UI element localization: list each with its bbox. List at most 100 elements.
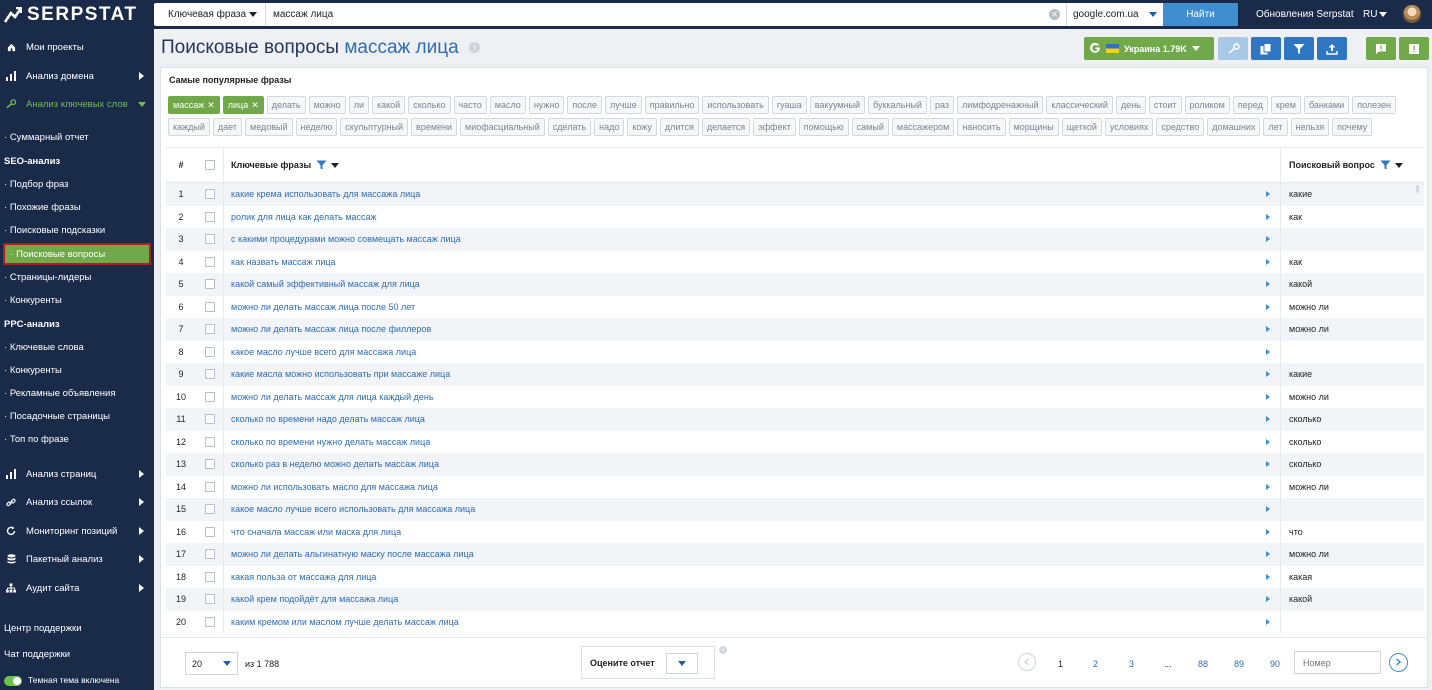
row-checkbox[interactable] bbox=[204, 189, 215, 200]
sidebar-item-page-analysis[interactable]: Анализ страниц bbox=[0, 467, 154, 481]
keyword-link[interactable]: сколько по времени нужно делать массаж л… bbox=[231, 437, 430, 447]
prev-page-button[interactable] bbox=[1018, 653, 1036, 671]
expand-arrow-icon[interactable] bbox=[1266, 438, 1270, 445]
phrase-chip[interactable]: надо bbox=[594, 118, 625, 136]
keyword-link[interactable]: что сначала массаж или маска для лица bbox=[231, 527, 401, 537]
phrase-chip[interactable]: масло bbox=[489, 96, 526, 114]
compare-button[interactable] bbox=[1218, 37, 1248, 60]
expand-arrow-icon[interactable] bbox=[1266, 303, 1270, 310]
phrase-chip[interactable]: после bbox=[567, 96, 603, 114]
page-89[interactable]: 89 bbox=[1234, 659, 1244, 669]
keyword-link[interactable]: какие масла можно использовать при масса… bbox=[231, 369, 450, 379]
phrase-chip[interactable]: каждый bbox=[168, 118, 210, 136]
phrase-chip[interactable]: длится bbox=[659, 118, 699, 136]
export-button[interactable] bbox=[1317, 37, 1347, 60]
expand-arrow-icon[interactable] bbox=[1266, 596, 1270, 603]
sidebar-item-ads[interactable]: · Рекламные объявления bbox=[4, 388, 115, 399]
keyword-link[interactable]: какой самый эффективный массаж для лица bbox=[231, 279, 420, 289]
keyword-link[interactable]: какая польза от массажа для лица bbox=[231, 572, 376, 582]
next-page-button[interactable] bbox=[1389, 653, 1408, 672]
phrase-chip[interactable]: домашних bbox=[1207, 118, 1261, 136]
phrase-chip[interactable]: гуаша bbox=[771, 96, 807, 114]
sidebar-item-link-analysis[interactable]: Анализ ссылок bbox=[0, 495, 154, 509]
phrase-chip[interactable]: помощью bbox=[798, 118, 849, 136]
row-checkbox[interactable] bbox=[204, 256, 215, 267]
keyword-link[interactable]: какие крема использовать для массажа лиц… bbox=[231, 189, 420, 199]
clear-icon[interactable]: ✕ bbox=[1049, 9, 1060, 20]
col-question-header[interactable]: Поисковый вопрос bbox=[1280, 148, 1424, 182]
phrase-chip[interactable]: буккальный bbox=[868, 96, 927, 114]
sidebar-item-phrase-selection[interactable]: · Подбор фраз bbox=[4, 179, 69, 190]
keyword-link[interactable]: можно ли делать массаж лица после филлер… bbox=[231, 324, 431, 334]
search-type-select[interactable]: Ключевая фраза bbox=[154, 3, 266, 26]
page-size-select[interactable]: 20 bbox=[185, 652, 238, 675]
sidebar-item-domain[interactable]: Анализ домена bbox=[0, 69, 154, 83]
dark-theme-toggle[interactable] bbox=[4, 676, 22, 686]
phrase-chip[interactable]: дает bbox=[212, 118, 243, 136]
row-checkbox[interactable] bbox=[204, 234, 215, 245]
expand-arrow-icon[interactable] bbox=[1266, 528, 1270, 535]
sort-icon[interactable] bbox=[331, 162, 340, 168]
expand-arrow-icon[interactable] bbox=[1266, 506, 1270, 513]
phrase-chip[interactable]: роликом bbox=[1184, 96, 1230, 114]
row-checkbox[interactable] bbox=[204, 594, 215, 605]
phrase-chip[interactable]: эффект bbox=[753, 118, 796, 136]
phrase-chip[interactable]: полезен bbox=[1352, 96, 1396, 114]
keyword-link[interactable]: каким кремом или маслом лучше делать мас… bbox=[231, 617, 459, 627]
sidebar-support-chat[interactable]: Чат поддержки bbox=[4, 649, 70, 660]
sidebar-item-competitors[interactable]: · Конкуренты bbox=[4, 295, 62, 306]
language-select[interactable]: RU bbox=[1363, 9, 1388, 20]
sidebar-item-summary[interactable]: · Суммарный отчет bbox=[4, 132, 89, 143]
sidebar-item-rank-tracking[interactable]: Мониторинг позиций bbox=[0, 524, 154, 538]
row-checkbox[interactable] bbox=[204, 301, 215, 312]
sidebar-item-similar-phrases[interactable]: · Похожие фразы bbox=[4, 202, 81, 213]
feedback-button[interactable] bbox=[1366, 37, 1396, 60]
filter-icon[interactable] bbox=[1380, 160, 1391, 170]
expand-arrow-icon[interactable] bbox=[1266, 483, 1270, 490]
expand-arrow-icon[interactable] bbox=[1266, 236, 1270, 243]
phrase-chip[interactable]: самый bbox=[851, 118, 889, 136]
page-2[interactable]: 2 bbox=[1093, 659, 1098, 669]
phrase-chip[interactable]: какой bbox=[371, 96, 406, 114]
row-checkbox[interactable] bbox=[204, 616, 215, 627]
phrase-chip[interactable]: классический bbox=[1046, 96, 1113, 114]
scrollbar[interactable] bbox=[1416, 185, 1419, 193]
sidebar-item-site-audit[interactable]: Аудит сайта bbox=[0, 581, 154, 595]
phrase-chip[interactable]: неделю bbox=[295, 118, 338, 136]
expand-arrow-icon[interactable] bbox=[1266, 258, 1270, 265]
sidebar-support-center[interactable]: Центр поддержки bbox=[4, 623, 82, 634]
phrase-chip[interactable]: времени bbox=[411, 118, 458, 136]
expand-arrow-icon[interactable] bbox=[1266, 573, 1270, 580]
row-checkbox[interactable] bbox=[204, 549, 215, 560]
phrase-chip[interactable]: вакуумный bbox=[809, 96, 866, 114]
database-select[interactable]: google.com.ua bbox=[1066, 3, 1163, 26]
phrase-chip[interactable]: лучше bbox=[605, 96, 642, 114]
expand-arrow-icon[interactable] bbox=[1266, 348, 1270, 355]
keyword-link[interactable]: можно ли использовать масло для массажа … bbox=[231, 482, 438, 492]
expand-arrow-icon[interactable] bbox=[1266, 371, 1270, 378]
col-keywords-header[interactable]: Ключевые фразы bbox=[223, 148, 1280, 182]
phrase-chip[interactable]: можно bbox=[308, 96, 346, 114]
phrase-chip[interactable]: морщины bbox=[1008, 118, 1059, 136]
search-input[interactable]: массаж лица ✕ bbox=[266, 3, 1066, 26]
expand-arrow-icon[interactable] bbox=[1266, 326, 1270, 333]
updates-link[interactable]: Обновления Serpstat bbox=[1256, 9, 1354, 20]
keyword-link[interactable]: можно ли делать массаж лица после 50 лет bbox=[231, 302, 415, 312]
keyword-link[interactable]: какое масло лучше всего использовать для… bbox=[231, 504, 475, 514]
phrase-chip[interactable]: условиях bbox=[1104, 118, 1154, 136]
row-checkbox[interactable] bbox=[204, 526, 215, 537]
phrase-chip[interactable]: кожу bbox=[627, 118, 657, 136]
phrase-chip[interactable]: миофасциальный bbox=[460, 118, 545, 136]
row-checkbox[interactable] bbox=[204, 414, 215, 425]
sidebar-item-search-suggestions[interactable]: · Поисковые подсказки bbox=[4, 225, 105, 236]
keyword-link[interactable]: можно ли делать массаж для лица каждый д… bbox=[231, 392, 434, 402]
phrase-chip[interactable]: сколько bbox=[408, 96, 451, 114]
phrase-chip[interactable]: щеткой bbox=[1061, 118, 1102, 136]
phrase-chip[interactable]: почему bbox=[1332, 118, 1373, 136]
expand-arrow-icon[interactable] bbox=[1266, 551, 1270, 558]
phrase-chip[interactable]: день bbox=[1115, 96, 1146, 114]
row-checkbox[interactable] bbox=[204, 459, 215, 470]
phrase-chip[interactable]: массажером bbox=[891, 118, 955, 136]
phrase-chip[interactable]: делать bbox=[266, 96, 306, 114]
phrase-chip[interactable]: массаж ✕ bbox=[168, 96, 220, 114]
